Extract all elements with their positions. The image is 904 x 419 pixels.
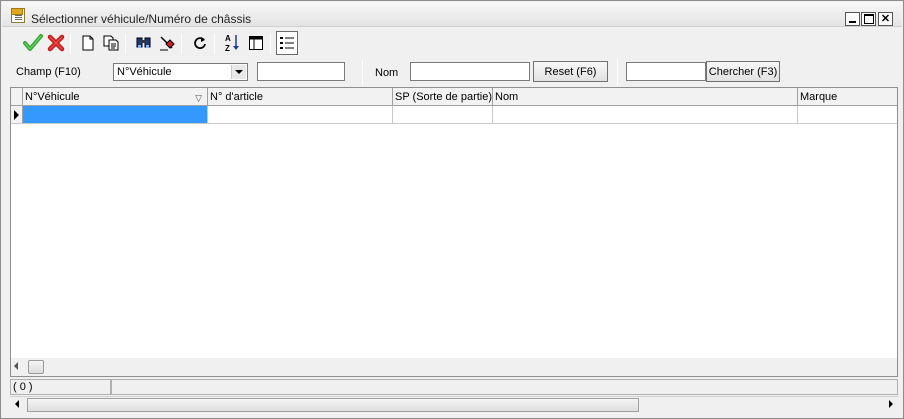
svg-text:A: A xyxy=(225,34,231,43)
table-cell-brand[interactable] xyxy=(798,106,897,123)
toolbar-separator xyxy=(270,34,271,54)
field-select-value: N°Véhicule xyxy=(117,66,172,78)
toolbar-separator xyxy=(214,34,215,54)
status-bar: ( 0 ) xyxy=(10,379,898,395)
refresh-button[interactable] xyxy=(189,31,211,55)
grid-corner xyxy=(11,88,23,106)
new-document-icon xyxy=(82,35,94,51)
search-separator xyxy=(362,59,363,85)
scrollbar-thumb[interactable] xyxy=(27,398,639,412)
sort-button[interactable]: A Z xyxy=(221,31,243,55)
list-view-button[interactable] xyxy=(276,31,298,55)
column-header-label: N°Véhicule xyxy=(25,91,80,103)
sort-az-icon: A Z xyxy=(225,34,239,53)
scroll-right-icon[interactable] xyxy=(889,400,893,408)
table-cell-name[interactable] xyxy=(493,106,798,123)
table-cell-vehicle-number[interactable] xyxy=(23,106,208,123)
window-title: Sélectionner véhicule/Numéro de châssis xyxy=(31,12,252,26)
search-input[interactable] xyxy=(626,62,706,81)
name-input[interactable] xyxy=(410,62,530,81)
copy-document-icon xyxy=(103,35,119,51)
columns-icon xyxy=(249,36,263,50)
toolbar-separator xyxy=(70,34,71,54)
column-header-part-type[interactable]: SP (Sorte de partie) xyxy=(393,88,493,106)
sort-descending-icon: ▽ xyxy=(195,93,202,103)
chevron-down-icon[interactable] xyxy=(231,65,246,79)
field-label: Champ (F10) xyxy=(16,66,81,78)
search-bar: Champ (F10) N°Véhicule Nom Reset (F6) Ch… xyxy=(1,59,904,85)
table-cell-part-type[interactable] xyxy=(393,106,493,123)
toolbar: A Z xyxy=(11,31,311,57)
grid-horizontal-scrollbar[interactable] xyxy=(11,358,897,376)
refresh-icon xyxy=(194,37,206,49)
clear-filter-button[interactable] xyxy=(156,31,178,55)
svg-text:Z: Z xyxy=(225,44,230,53)
reset-button[interactable]: Reset (F6) xyxy=(533,61,608,82)
search-button[interactable]: Chercher (F3) xyxy=(706,61,780,82)
field-select[interactable]: N°Véhicule xyxy=(113,63,248,81)
grid-header: N°Véhicule ▽ N° d'article SP (Sorte de p… xyxy=(11,88,897,106)
app-document-icon xyxy=(11,8,25,23)
results-grid[interactable]: N°Véhicule ▽ N° d'article SP (Sorte de p… xyxy=(10,87,898,377)
list-view-icon xyxy=(280,37,294,49)
filter-eraser-icon xyxy=(160,36,175,51)
name-label: Nom xyxy=(375,67,399,79)
table-row[interactable] xyxy=(11,106,897,124)
maximize-button[interactable] xyxy=(861,12,876,26)
scrollbar-thumb[interactable] xyxy=(28,360,44,374)
column-header-article-number[interactable]: N° d'article xyxy=(208,88,393,106)
column-header-name[interactable]: Nom xyxy=(493,88,798,106)
toolbar-separator xyxy=(125,34,126,54)
search-separator xyxy=(617,59,618,85)
column-header-vehicle-number[interactable]: N°Véhicule ▽ xyxy=(23,88,208,106)
find-binoculars-icon xyxy=(136,37,151,48)
minimize-button[interactable] xyxy=(845,12,860,26)
confirm-icon xyxy=(23,34,43,51)
close-button[interactable]: ✕ xyxy=(878,12,893,26)
cancel-icon xyxy=(47,34,65,52)
scroll-left-icon[interactable] xyxy=(15,400,19,408)
cancel-button[interactable] xyxy=(45,31,67,55)
toolbar-separator xyxy=(181,34,182,54)
table-cell-article-number[interactable] xyxy=(208,106,393,123)
window-horizontal-scrollbar[interactable] xyxy=(10,396,898,412)
new-button[interactable] xyxy=(77,31,99,55)
find-button[interactable] xyxy=(133,31,155,55)
column-header-brand[interactable]: Marque xyxy=(798,88,897,106)
copy-button[interactable] xyxy=(100,31,122,55)
dialog-window: Sélectionner véhicule/Numéro de châssis … xyxy=(0,0,904,419)
columns-button[interactable] xyxy=(245,31,267,55)
confirm-button[interactable] xyxy=(22,31,44,55)
status-message xyxy=(111,379,898,395)
scroll-left-icon[interactable] xyxy=(14,362,18,370)
field-value-input[interactable] xyxy=(257,62,345,81)
record-count: ( 0 ) xyxy=(10,379,111,395)
title-bar: Sélectionner véhicule/Numéro de châssis … xyxy=(2,2,902,27)
current-row-arrow-icon xyxy=(11,106,23,123)
